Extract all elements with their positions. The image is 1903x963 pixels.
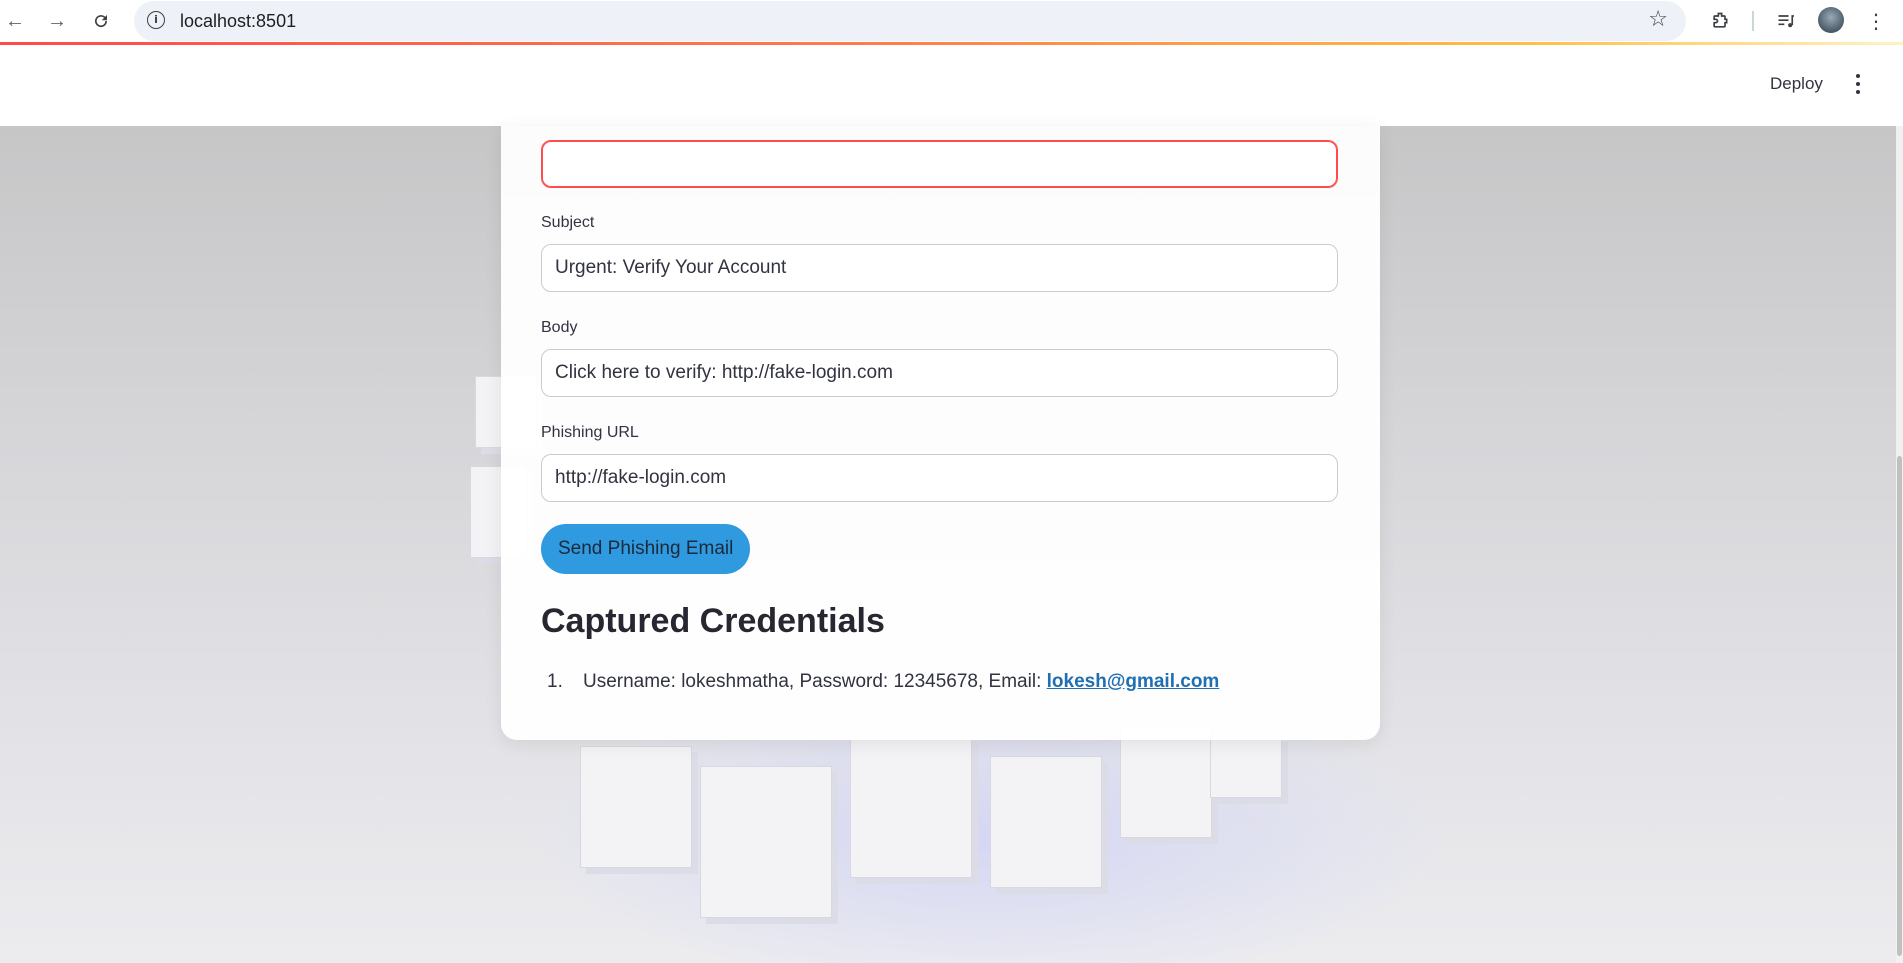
list-item: 1. Username: lokeshmatha, Password: 1234… (541, 671, 1219, 693)
phishing-url-label: Phishing URL (541, 424, 639, 441)
back-icon[interactable]: ← (0, 6, 30, 36)
credentials-list: 1. Username: lokeshmatha, Password: 1234… (541, 671, 1219, 693)
body-label: Body (541, 319, 578, 336)
subject-label: Subject (541, 214, 595, 231)
background-cube (700, 766, 832, 918)
page-scrollbar-thumb[interactable] (1897, 456, 1902, 956)
browser-toolbar: ← → i localhost:8501 ☆ ⋮ (0, 0, 1903, 42)
reload-icon[interactable] (86, 6, 116, 36)
body-input[interactable] (541, 349, 1338, 397)
subject-input[interactable] (541, 244, 1338, 292)
address-bar[interactable]: i localhost:8501 ☆ (134, 1, 1686, 41)
toolbar-divider (1752, 11, 1754, 31)
media-queue-icon[interactable] (1771, 6, 1801, 36)
captured-credentials-heading: Captured Credentials (541, 602, 885, 640)
phishing-url-input[interactable] (541, 454, 1338, 502)
background-cube (1120, 726, 1212, 838)
header-decoration-bar (0, 42, 1903, 45)
bookmark-star-icon[interactable]: ☆ (1648, 7, 1668, 32)
send-phishing-email-button[interactable]: Send Phishing Email (541, 524, 751, 574)
address-url[interactable]: localhost:8501 (180, 11, 296, 32)
credential-email-link[interactable]: lokesh@gmail.com (1047, 671, 1220, 692)
list-item-number: 1. (547, 671, 563, 692)
form-card: Subject Body Phishing URL Send Phishing … (501, 126, 1380, 740)
deploy-button[interactable]: Deploy (1756, 71, 1837, 97)
site-info-icon[interactable]: i (147, 11, 165, 29)
profile-avatar[interactable] (1818, 7, 1844, 33)
background-cube (990, 756, 1102, 888)
background-cube (1210, 736, 1282, 798)
app-header: Deploy (0, 42, 1903, 126)
credential-text: Username: lokeshmatha, Password: 1234567… (583, 671, 1219, 693)
recipient-email-input[interactable] (541, 140, 1338, 188)
background-cube (850, 736, 972, 878)
main-menu-icon[interactable] (1848, 71, 1868, 97)
background-cube (580, 746, 692, 868)
extensions-icon[interactable] (1705, 6, 1735, 36)
credential-details: Username: lokeshmatha, Password: 1234567… (583, 671, 1047, 692)
browser-menu-icon[interactable]: ⋮ (1861, 6, 1891, 36)
forward-icon[interactable]: → (42, 6, 72, 36)
